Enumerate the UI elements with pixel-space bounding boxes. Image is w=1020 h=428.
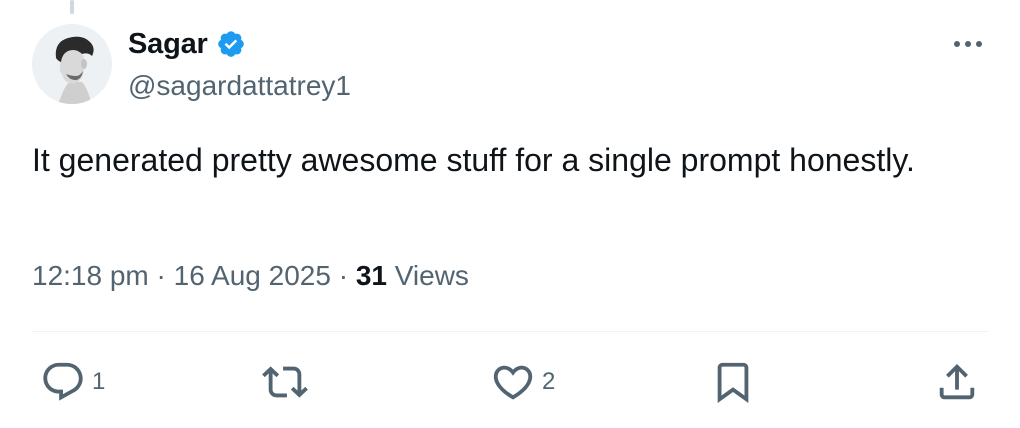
retweet-icon [262, 366, 308, 398]
tweet-time[interactable]: 12:18 pm [32, 260, 149, 292]
views-label[interactable]: Views [395, 260, 469, 292]
bookmark-icon [717, 362, 749, 403]
heart-icon [493, 365, 533, 400]
avatar-image [32, 24, 112, 104]
tweet-actions: 1 2 [0, 356, 1020, 408]
author-name-row: Sagar [128, 26, 246, 62]
avatar[interactable] [32, 24, 112, 104]
views-count[interactable]: 31 [356, 260, 387, 292]
like-button[interactable]: 2 [490, 356, 555, 408]
tweet-date[interactable]: 16 Aug 2025 [174, 260, 331, 292]
share-button[interactable] [934, 356, 980, 408]
tweet-text: It generated pretty awesome stuff for a … [32, 142, 915, 178]
verified-badge-icon[interactable] [216, 29, 246, 59]
tweet-meta: 12:18 pm · 16 Aug 2025 · 31 Views [32, 260, 469, 292]
reply-icon [43, 362, 83, 401]
author-display-name[interactable]: Sagar [128, 28, 208, 61]
like-count: 2 [542, 368, 556, 395]
author-handle[interactable]: @sagardattatrey1 [128, 70, 351, 102]
more-icon [954, 41, 982, 47]
reply-button[interactable]: 1 [40, 356, 105, 408]
meta-separator: · [338, 260, 349, 291]
more-options-button[interactable] [948, 28, 988, 60]
bookmark-button[interactable] [710, 356, 756, 408]
share-icon [939, 363, 975, 400]
reply-count: 1 [92, 368, 106, 395]
divider [32, 331, 988, 332]
meta-separator: · [156, 260, 166, 291]
thread-connector-line [70, 0, 74, 14]
retweet-button[interactable] [262, 356, 308, 408]
